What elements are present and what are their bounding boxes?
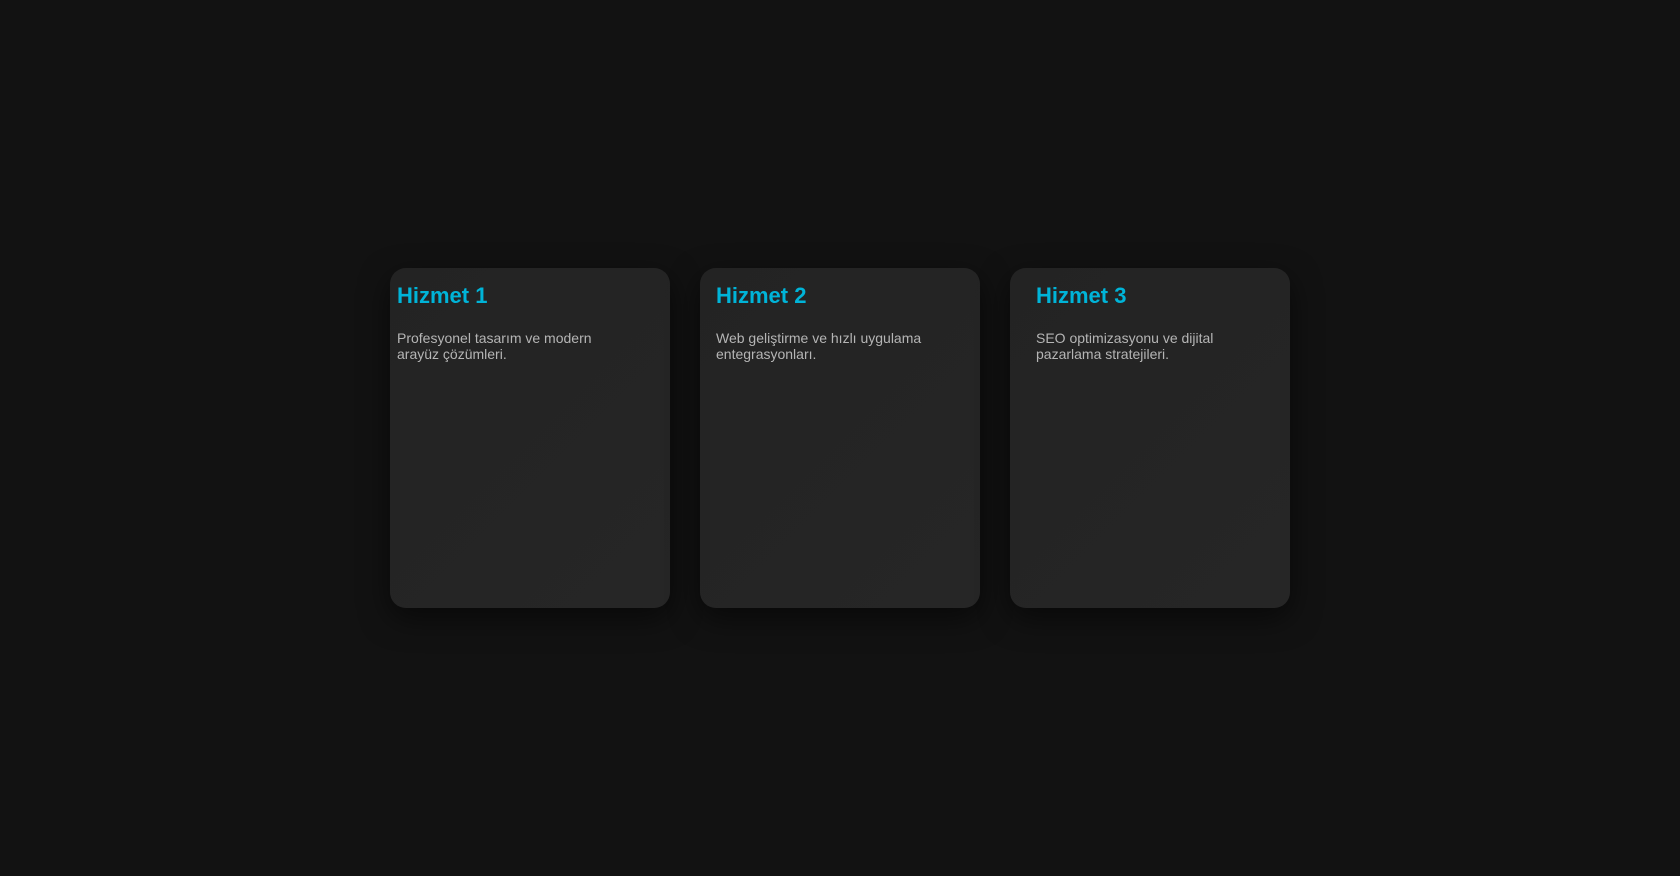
- service-card-title: Hizmet 2: [716, 283, 807, 308]
- service-card-3[interactable]: Hizmet 3 SEO optimizasyonu ve dijital pa…: [1010, 268, 1290, 608]
- service-card-title: Hizmet 1: [397, 283, 488, 308]
- service-card-description: SEO optimizasyonu ve dijital pazarlama s…: [1036, 330, 1214, 362]
- service-card-description: Profesyonel tasarım ve modern arayüz çöz…: [397, 330, 592, 362]
- service-card-1[interactable]: Hizmet 1 Profesyonel tasarım ve modern a…: [390, 268, 670, 608]
- service-card-content: Hizmet 2 Web geliştirme ve hızlı uygulam…: [716, 282, 936, 362]
- service-card-content: Hizmet 1 Profesyonel tasarım ve modern a…: [397, 282, 617, 362]
- service-card-2[interactable]: Hizmet 2 Web geliştirme ve hızlı uygulam…: [700, 268, 980, 608]
- page-background: Hizmet 1 Profesyonel tasarım ve modern a…: [0, 0, 1680, 876]
- service-card-content: Hizmet 3 SEO optimizasyonu ve dijital pa…: [1036, 282, 1256, 362]
- service-card-description: Web geliştirme ve hızlı uygulama entegra…: [716, 330, 922, 362]
- service-card-title: Hizmet 3: [1036, 283, 1127, 308]
